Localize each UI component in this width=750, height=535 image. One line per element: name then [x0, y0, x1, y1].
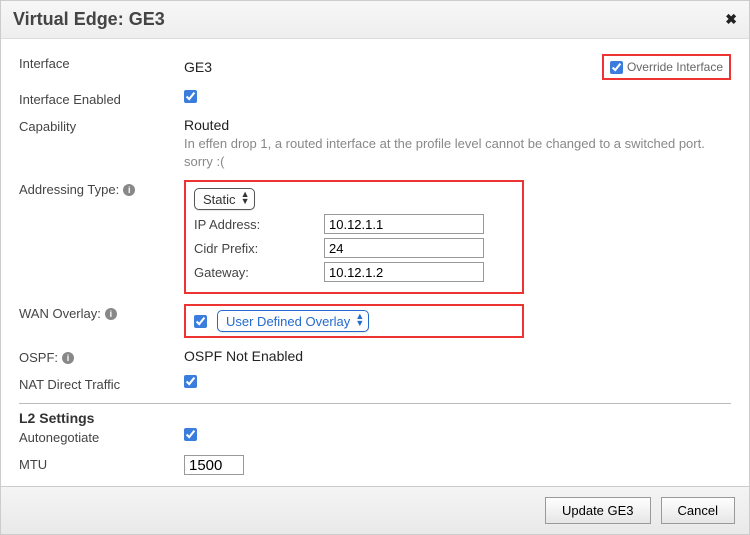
interface-enabled-checkbox[interactable] — [184, 90, 197, 103]
label-mtu: MTU — [19, 455, 184, 472]
row-mtu: MTU — [19, 450, 731, 480]
info-icon[interactable]: i — [62, 352, 74, 364]
divider — [19, 403, 731, 404]
row-ospf: OSPF: i OSPF Not Enabled — [19, 343, 731, 370]
dialog-footer: Update GE3 Cancel — [1, 486, 749, 534]
addressing-highlight: Static ▲▼ IP Address: Cidr Prefix: Gatew… — [184, 180, 524, 294]
row-autonegotiate: Autonegotiate — [19, 426, 731, 450]
label-autonegotiate: Autonegotiate — [19, 428, 184, 445]
row-interface: Interface GE3 Override Interface — [19, 49, 731, 85]
value-ospf: OSPF Not Enabled — [184, 348, 303, 364]
value-interface: GE3 — [184, 59, 212, 75]
label-ip: IP Address: — [194, 217, 324, 232]
override-interface-group: Override Interface — [602, 54, 731, 80]
l2-settings-title: L2 Settings — [19, 410, 731, 426]
info-icon[interactable]: i — [105, 308, 117, 320]
label-ospf: OSPF: i — [19, 348, 184, 365]
row-interface-enabled: Interface Enabled — [19, 85, 731, 112]
cancel-button[interactable]: Cancel — [661, 497, 735, 524]
info-icon[interactable]: i — [123, 184, 135, 196]
gateway-input[interactable] — [324, 262, 484, 282]
row-wan-overlay: WAN Overlay: i User Defined Overlay ▲▼ — [19, 299, 731, 343]
ip-address-input[interactable] — [324, 214, 484, 234]
nat-direct-checkbox[interactable] — [184, 375, 197, 388]
label-interface: Interface — [19, 54, 184, 71]
dialog-content: Interface GE3 Override Interface Interfa… — [1, 39, 749, 486]
label-capability: Capability — [19, 117, 184, 134]
label-wan-overlay: WAN Overlay: i — [19, 304, 184, 321]
wan-overlay-select[interactable]: User Defined Overlay ▲▼ — [217, 310, 369, 332]
close-icon[interactable]: ✖ — [725, 11, 737, 28]
addressing-type-select[interactable]: Static ▲▼ — [194, 188, 255, 210]
label-gateway: Gateway: — [194, 265, 324, 280]
label-nat: NAT Direct Traffic — [19, 375, 184, 392]
row-capability: Capability Routed In effen drop 1, a rou… — [19, 112, 731, 175]
row-nat: NAT Direct Traffic — [19, 370, 731, 397]
autonegotiate-checkbox[interactable] — [184, 428, 197, 441]
wan-overlay-checkbox[interactable] — [194, 315, 207, 328]
label-interface-enabled: Interface Enabled — [19, 90, 184, 107]
label-cidr: Cidr Prefix: — [194, 241, 324, 256]
capability-note: In effen drop 1, a routed interface at t… — [184, 135, 731, 170]
titlebar: Virtual Edge: GE3 ✖ — [1, 1, 749, 39]
override-interface-label: Override Interface — [627, 60, 723, 74]
wan-highlight: User Defined Overlay ▲▼ — [184, 304, 524, 338]
chevron-updown-icon: ▲▼ — [241, 191, 250, 205]
virtual-edge-dialog: Virtual Edge: GE3 ✖ Interface GE3 Overri… — [0, 0, 750, 535]
value-capability: Routed — [184, 117, 229, 133]
dialog-title: Virtual Edge: GE3 — [13, 9, 165, 30]
override-interface-checkbox[interactable] — [610, 61, 623, 74]
label-addressing: Addressing Type: i — [19, 180, 184, 197]
row-addressing: Addressing Type: i Static ▲▼ IP Address:… — [19, 175, 731, 299]
update-button[interactable]: Update GE3 — [545, 497, 651, 524]
chevron-updown-icon: ▲▼ — [355, 313, 364, 327]
cidr-prefix-input[interactable] — [324, 238, 484, 258]
mtu-input[interactable] — [184, 455, 244, 475]
